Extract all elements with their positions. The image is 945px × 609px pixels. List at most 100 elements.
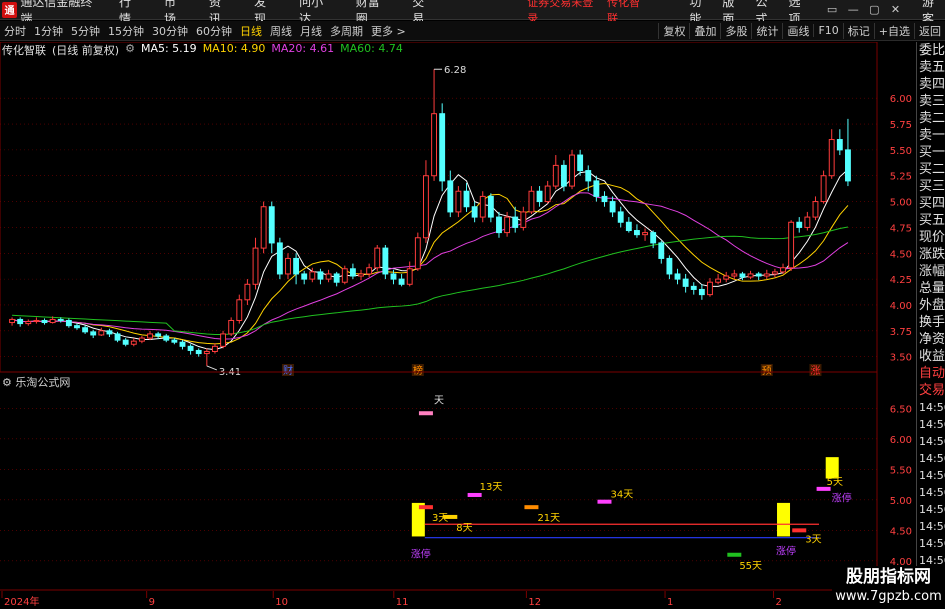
quote-row-18[interactable]: 收益 [917,348,945,365]
candle-body-4 [41,319,48,324]
candle-body-37 [309,271,316,280]
candle-body-77 [634,230,640,236]
quote-row-12[interactable]: 涨跌 [917,246,945,263]
quote-row-9[interactable]: 买四 [917,195,945,212]
app-logo-icon: 通 [2,1,18,18]
quote-row-6[interactable]: 买一 [917,144,945,161]
candle-body-86 [707,281,713,296]
minimize-icon[interactable]: — [843,3,864,16]
candle-body-17 [147,333,153,339]
quote-row-2[interactable]: 卖四 [917,76,945,93]
candle-body-69 [569,154,575,187]
period-weekly[interactable]: 周线 [270,23,292,39]
period-monthly[interactable]: 月线 [300,23,322,39]
candle-body-94 [771,271,778,275]
candle-body-88 [723,275,730,280]
close-icon[interactable]: ✕ [885,3,906,16]
tick-time-3: 14:56 [919,452,945,465]
tool-diejia[interactable]: 叠加 [689,22,720,39]
top-cycle-label: 天 [434,395,444,406]
maximize-icon[interactable]: ▢ [864,3,885,16]
tool-biaoji[interactable]: 标记 [842,22,874,39]
tool-duogu[interactable]: 多股 [720,22,751,39]
candle-body-93 [763,273,770,277]
period-30min[interactable]: 30分钟 [152,23,188,39]
candle-body-89 [731,273,738,277]
candle-body-53 [439,113,446,182]
restore-icon[interactable]: ▭ [822,3,843,16]
candle-body-57 [471,206,478,218]
candle-body-83 [682,278,689,287]
period-60min[interactable]: 60分钟 [196,23,232,39]
quote-row-17[interactable]: 净资 [917,331,945,348]
quote-row-15[interactable]: 外盘 [917,297,945,314]
candle-body-61 [504,216,511,234]
candle-body-51 [423,175,429,239]
candle-body-11 [98,330,105,336]
quote-row-8[interactable]: 买三 [917,178,945,195]
x-label-1: 9 [149,597,155,608]
candle-body-74 [609,201,616,213]
candle-body-19 [163,335,170,341]
candle-body-78 [642,232,648,236]
tool-huaxian[interactable]: 画线 [782,22,813,39]
price-chart[interactable]: 6.00 5.75 5.50 5.25 5.00 4.75 4.50 4.25 4.00 3.75… [0,42,916,609]
candle-body-8 [74,325,80,329]
candle-body-0 [9,318,15,324]
candle-body-39 [325,273,332,280]
candle-body-62 [512,216,519,228]
candle-body-41 [341,268,348,283]
watermark-title: 股朋指标网 [846,567,931,587]
candle-body-72 [593,180,600,197]
candle-body-97 [796,221,803,228]
candle-body-50 [414,237,421,270]
tool-add-watchlist[interactable]: +自选 [873,22,914,39]
period-5min[interactable]: 5分钟 [71,23,100,39]
period-15min[interactable]: 15分钟 [108,23,144,39]
indicator-settings-icon[interactable]: ⚙ [2,376,12,389]
period-fenshi[interactable]: 分时 [4,23,26,39]
period-more[interactable]: 更多 > [371,23,406,39]
main-y-tick-6: 4.50 [890,249,912,260]
quote-row-10[interactable]: 买五 [917,212,945,229]
cycle-tick-4 [597,499,612,504]
ma10-line [11,182,849,345]
candle-body-43 [358,273,364,277]
candle-body-2 [25,321,32,325]
quote-row-14[interactable]: 总量 [917,280,945,297]
quote-row-3[interactable]: 卖三 [917,93,945,110]
quote-row-13[interactable]: 涨幅 [917,263,945,280]
period-multi[interactable]: 多周期 [330,23,363,39]
cycle-tick-3 [524,505,539,510]
candle-body-92 [755,273,762,277]
candle-body-80 [658,242,665,259]
quote-row-16[interactable]: 换手 [917,314,945,331]
trade-row-1[interactable]: 交易 [917,382,945,399]
candle-body-20 [171,339,178,343]
low-pointer [206,365,218,371]
candle-body-82 [674,273,681,280]
quote-row-11[interactable]: 现价 [917,229,945,246]
candle-body-90 [739,273,746,278]
event-marker-3: 涨 [810,365,820,377]
event-marker-0: 财 [283,364,293,377]
tool-f10[interactable]: F10 [813,24,842,37]
quote-row-4[interactable]: 卖二 [917,110,945,127]
candle-body-103 [845,149,851,182]
candle-body-29 [244,283,251,301]
quote-row-1[interactable]: 卖五 [917,59,945,76]
tool-back[interactable]: 返回 [914,22,945,39]
quote-row-5[interactable]: 卖一 [917,127,945,144]
tool-fuquan[interactable]: 复权 [658,22,689,39]
cycle-label-6: 3天 [805,534,821,545]
quote-row-0[interactable]: 委比 [917,42,945,59]
indicator-title: ⚙ 乐淘公式网 [2,374,70,389]
cycle-label-4: 34天 [610,490,633,501]
period-1min[interactable]: 1分钟 [34,23,63,39]
period-daily[interactable]: 日线 [240,23,262,39]
x-label-6: 2 [776,597,782,608]
trade-row-0[interactable]: 自动 [917,365,945,382]
candle-body-73 [601,195,608,203]
tool-tongji[interactable]: 统计 [751,22,782,39]
quote-row-7[interactable]: 买二 [917,161,945,178]
